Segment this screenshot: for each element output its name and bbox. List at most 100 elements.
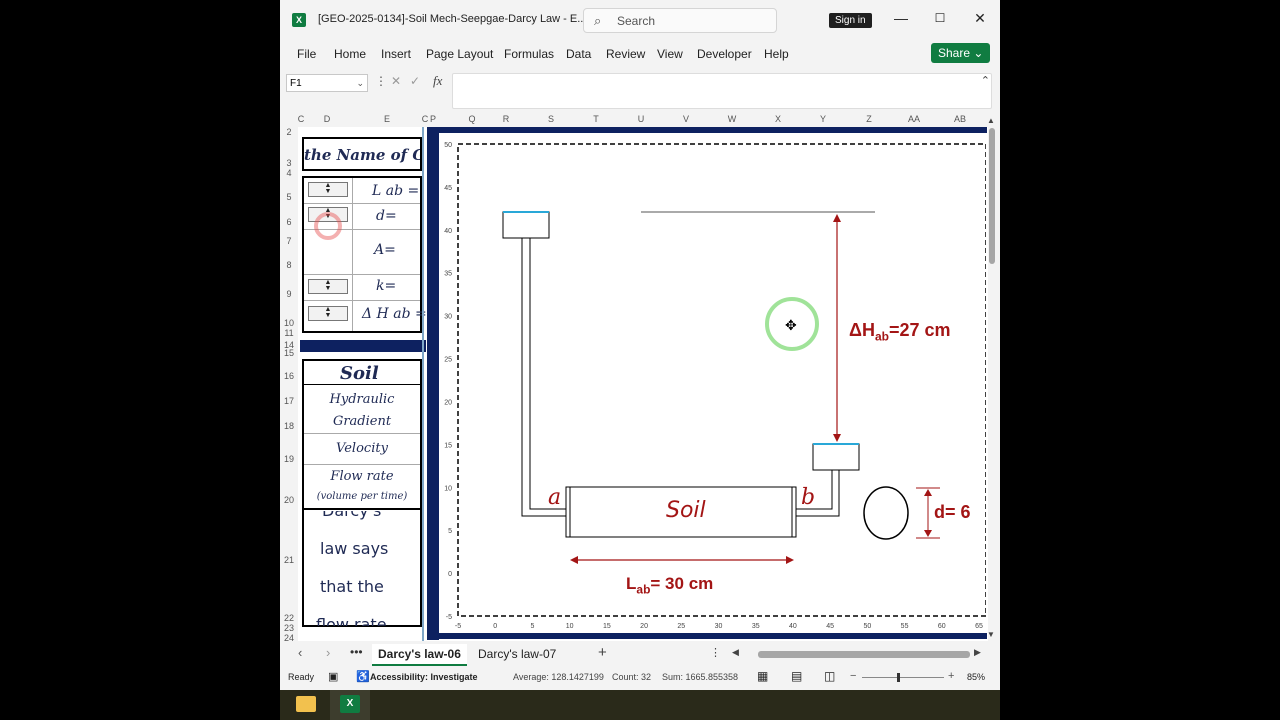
row-header[interactable]: 5 [280, 192, 298, 204]
horizontal-scroll-thumb[interactable] [758, 651, 970, 658]
search-box[interactable]: ⌕ Search [583, 8, 777, 33]
insert-function-icon[interactable]: fx [433, 73, 442, 89]
col-header-d[interactable]: D [320, 114, 334, 127]
zoom-slider[interactable] [862, 677, 944, 678]
menu-home[interactable]: Home [334, 47, 366, 61]
macro-record-icon[interactable]: ▣ [328, 670, 338, 683]
formula-input[interactable] [452, 73, 992, 109]
col-header-r[interactable]: R [500, 114, 512, 127]
left-pipe-outer [521, 238, 566, 517]
spinner-k[interactable]: ▲ ▼ [308, 279, 348, 294]
menu-help[interactable]: Help [764, 47, 789, 61]
menu-developer[interactable]: Developer [697, 47, 752, 61]
maximize-icon[interactable]: ☐ [930, 11, 950, 25]
col-header-u[interactable]: U [635, 114, 647, 127]
row-header[interactable]: 18 [280, 421, 298, 433]
share-button[interactable]: Share ⌄ [931, 43, 990, 63]
col-header-t[interactable]: T [590, 114, 602, 127]
close-icon[interactable]: ✕ [970, 10, 990, 27]
flow-rate-sub: (volume per time) [316, 491, 408, 502]
row-header[interactable]: 8 [280, 260, 298, 272]
row-header[interactable]: 2 [280, 127, 298, 137]
zoom-out-icon[interactable]: − [850, 670, 856, 682]
y-tick-label: 0 [448, 571, 452, 578]
minimize-icon[interactable]: — [891, 10, 911, 26]
col-header-e[interactable]: E [380, 114, 394, 127]
col-header-ab[interactable]: AB [951, 114, 969, 127]
col-header-p[interactable]: P [429, 114, 437, 127]
menu-view[interactable]: View [657, 47, 683, 61]
seepage-diagram[interactable]: 50 45 40 35 30 25 20 15 10 5 0 -5 -5 0 5 10 15 20 25 30 35 4… [440, 134, 986, 633]
tab-darcys-law-07[interactable]: Darcy's law-07 [472, 644, 562, 666]
lab-arrow-head-left [570, 556, 578, 564]
zoom-in-icon[interactable]: + [948, 670, 954, 682]
page-layout-icon[interactable]: ▤ [791, 669, 802, 683]
hscroll-right-icon[interactable]: ▶ [974, 647, 981, 658]
x-tick-label: 25 [677, 623, 685, 630]
row-header[interactable]: 16 [280, 371, 298, 383]
menu-file[interactable]: File [297, 47, 316, 61]
scroll-down-icon[interactable]: ▼ [987, 630, 995, 639]
name-box[interactable]: F1 ⌄ [286, 74, 368, 92]
param-lab: L ab = [372, 183, 420, 199]
tab-darcys-law-06[interactable]: Darcy's law-06 [372, 644, 467, 666]
title-cell[interactable]: the Name of Go [302, 137, 422, 171]
menu-formulas[interactable]: Formulas [504, 47, 554, 61]
accessibility-icon[interactable]: ♿ [356, 670, 370, 683]
page-break-icon[interactable]: ◫ [824, 669, 835, 683]
menu-data[interactable]: Data [566, 47, 591, 61]
row-header[interactable]: 17 [280, 396, 298, 408]
hscroll-left-icon[interactable]: ◀ [732, 647, 739, 658]
add-sheet-icon[interactable]: + [598, 644, 607, 661]
spinner-dh[interactable]: ▲ ▼ [308, 306, 348, 321]
accessibility-status[interactable]: Accessibility: Investigate [370, 672, 478, 682]
tab-options-icon[interactable]: ⋮ [710, 646, 721, 659]
zoom-level[interactable]: 85% [967, 672, 985, 682]
row-header[interactable]: 4 [280, 168, 298, 178]
cross-section-circle [863, 486, 909, 540]
col-header-c2[interactable]: C [421, 114, 429, 127]
row-header[interactable]: 21 [280, 555, 298, 567]
sign-in-button[interactable]: Sign in [829, 13, 872, 28]
col-header-w[interactable]: W [726, 114, 738, 127]
y-tick-label: 15 [444, 442, 452, 449]
row-header[interactable]: 9 [280, 289, 298, 301]
worksheet-grid[interactable]: C D E C P Q R S T U V W X Y Z AA AB 2 3 … [280, 114, 1000, 643]
menu-page-layout[interactable]: Page Layout [426, 47, 493, 61]
col-header-z[interactable]: Z [863, 114, 875, 127]
zoom-slider-thumb[interactable] [897, 673, 900, 682]
col-header-s[interactable]: S [545, 114, 557, 127]
row-header[interactable]: 15 [280, 348, 298, 358]
spinner-lab[interactable]: ▲ ▼ [308, 182, 348, 197]
enter-icon[interactable]: ✓ [410, 74, 420, 88]
menu-review[interactable]: Review [606, 47, 645, 61]
row-header[interactable]: 7 [280, 236, 298, 248]
col-header-x[interactable]: X [772, 114, 784, 127]
row-header[interactable]: 20 [280, 495, 298, 507]
row-divider [304, 203, 420, 204]
vertical-scroll-thumb[interactable] [989, 128, 995, 264]
row-header[interactable]: 23 [280, 623, 298, 633]
row-header[interactable]: 19 [280, 454, 298, 466]
more-sheets-icon[interactable]: ••• [350, 645, 363, 659]
collapse-icon[interactable]: ⌃ [981, 74, 990, 87]
y-tick-label: 45 [444, 185, 452, 192]
col-header-q[interactable]: Q [466, 114, 478, 127]
col-header-c[interactable]: C [296, 114, 306, 127]
col-header-aa[interactable]: AA [905, 114, 923, 127]
dh-arrow-head-bottom [833, 434, 841, 442]
file-explorer-icon[interactable] [296, 696, 316, 712]
next-sheet-icon[interactable]: › [326, 645, 330, 660]
excel-taskbar-button[interactable]: X [330, 690, 370, 720]
row-header[interactable]: 6 [280, 217, 298, 229]
col-header-y[interactable]: Y [817, 114, 829, 127]
cancel-icon[interactable]: ✕ [391, 74, 401, 88]
col-header-v[interactable]: V [680, 114, 692, 127]
row-header[interactable]: 11 [280, 328, 298, 338]
row-header[interactable]: 24 [280, 633, 298, 643]
scroll-up-icon[interactable]: ▲ [987, 116, 995, 125]
normal-view-icon[interactable]: ▦ [757, 669, 768, 683]
x-ticks: -5 0 5 10 15 20 25 30 35 40 45 50 55 60 65 [455, 623, 983, 630]
menu-insert[interactable]: Insert [381, 47, 411, 61]
prev-sheet-icon[interactable]: ‹ [298, 645, 302, 660]
